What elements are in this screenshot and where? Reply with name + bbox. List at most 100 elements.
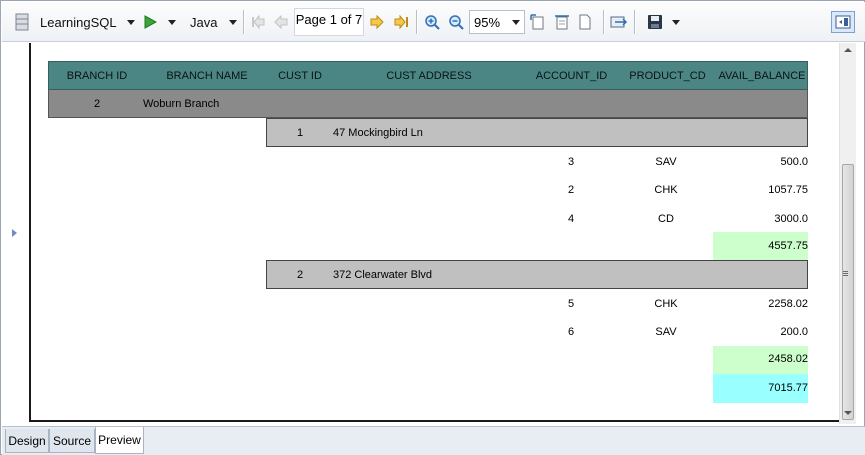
- fit-page-button[interactable]: [530, 10, 546, 34]
- zoom-value: 95%: [474, 14, 501, 30]
- first-page-icon: [252, 15, 265, 29]
- language-select[interactable]: Java: [190, 10, 238, 34]
- account-id: 3: [567, 156, 575, 168]
- save-icon: [648, 15, 662, 29]
- next-page-button[interactable]: [370, 10, 384, 34]
- scroll-up-icon[interactable]: [844, 48, 852, 52]
- zoom-out-icon: [449, 15, 464, 30]
- datasource-label: LearningSQL: [40, 14, 117, 30]
- page-icon: [579, 14, 591, 30]
- datasource-icon: [15, 10, 29, 34]
- branch-id: 2: [93, 98, 101, 110]
- report-canvas: BRANCH ID BRANCH NAME CUST ID CUST ADDRE…: [22, 43, 839, 424]
- branch-name: Woburn Branch: [143, 98, 220, 110]
- last-page-icon: [394, 15, 408, 29]
- report-preview-window: LearningSQL Java Page 1 of 7 95% BRANCH …: [0, 0, 865, 455]
- customer-subtotal-value: 4557.75: [768, 240, 808, 252]
- tab-label: Source: [52, 433, 92, 448]
- zoom-select[interactable]: 95%: [469, 10, 525, 34]
- toolbar-separator: [603, 10, 604, 34]
- product-cd: CHK: [654, 298, 678, 310]
- vertical-scrollbar[interactable]: [839, 43, 856, 424]
- last-page-button[interactable]: [393, 10, 409, 34]
- cust-address: 372 Clearwater Blvd: [333, 269, 433, 281]
- customer-subtotal-value: 2458.02: [768, 353, 808, 365]
- arrow-left-icon: [274, 15, 288, 29]
- save-options-dropdown[interactable]: [672, 10, 680, 34]
- branch-total: 7015.77: [713, 374, 808, 403]
- avail-balance: 200.0: [780, 326, 808, 338]
- zoom-in-button[interactable]: [424, 10, 440, 34]
- play-icon: [144, 15, 157, 29]
- export-icon: [610, 16, 628, 28]
- avail-balance: 3000.0: [774, 213, 808, 225]
- tab-label: Preview: [98, 433, 141, 447]
- tab-source[interactable]: Source: [49, 429, 95, 453]
- header-product-cd: PRODUCT_CD: [629, 70, 706, 82]
- datasource-select[interactable]: LearningSQL: [40, 10, 136, 34]
- first-page-button[interactable]: [250, 10, 266, 34]
- product-cd: SAV: [655, 326, 677, 338]
- header-account-id: ACCOUNT_ID: [535, 70, 608, 82]
- account-id: 6: [567, 326, 575, 338]
- customer-subtotal: 4557.75: [713, 232, 808, 260]
- previous-page-button[interactable]: [274, 10, 288, 34]
- product-cd: CHK: [654, 184, 678, 196]
- account-id: 5: [567, 298, 575, 310]
- panel-icon: [835, 15, 851, 29]
- zoom-out-button[interactable]: [448, 10, 464, 34]
- chevron-down-icon: [126, 19, 135, 25]
- fit-width-button[interactable]: [554, 10, 570, 34]
- customer-subtotal: 2458.02: [713, 346, 808, 374]
- page-indicator-label: Page 1 of 7: [295, 11, 363, 27]
- report-header-row: BRANCH ID BRANCH NAME CUST ID CUST ADDRE…: [48, 61, 808, 90]
- editor-tabs: Design Source Preview: [2, 426, 865, 455]
- toolbar-separator: [634, 10, 635, 34]
- avail-balance: 500.0: [780, 156, 808, 168]
- account-id: 4: [567, 213, 575, 225]
- customer-group-row: 1 47 Mockingbird Ln: [266, 118, 808, 147]
- toolbar-separator: [416, 10, 417, 34]
- run-report-button[interactable]: [143, 10, 157, 34]
- chevron-down-icon: [168, 19, 176, 25]
- product-cd: SAV: [655, 156, 677, 168]
- zoom-in-icon: [425, 15, 440, 30]
- export-button[interactable]: [610, 10, 628, 34]
- chevron-down-icon: [229, 19, 238, 25]
- run-options-dropdown[interactable]: [168, 10, 176, 34]
- page-indicator: Page 1 of 7: [294, 8, 364, 36]
- header-branch-id: BRANCH ID: [66, 70, 128, 82]
- cust-address: 47 Mockingbird Ln: [333, 127, 423, 139]
- customer-group-row: 2 372 Clearwater Blvd: [266, 260, 808, 289]
- branch-total-value: 7015.77: [768, 382, 808, 394]
- chevron-down-icon: [672, 19, 680, 25]
- page-border: [29, 420, 839, 422]
- left-gutter: [2, 43, 22, 426]
- avail-balance: 2258.02: [768, 298, 808, 310]
- header-branch-name: BRANCH NAME: [166, 70, 248, 82]
- page-border: [29, 43, 31, 422]
- toggle-panel-button[interactable]: [831, 11, 855, 33]
- toolbar: LearningSQL Java Page 1 of 7 95%: [2, 2, 865, 42]
- scrollbar-grip-icon: [843, 271, 848, 272]
- cust-id: 2: [296, 269, 304, 281]
- header-cust-address: CUST ADDRESS: [386, 70, 472, 82]
- arrow-right-icon: [370, 15, 384, 29]
- tab-design[interactable]: Design: [5, 429, 49, 453]
- header-cust-id: CUST ID: [278, 70, 322, 82]
- avail-balance: 1057.75: [768, 184, 808, 196]
- actual-size-button[interactable]: [578, 10, 592, 34]
- branch-group-row: 2 Woburn Branch: [48, 90, 808, 118]
- scrollbar-thumb[interactable]: [842, 164, 854, 420]
- fit-width-icon: [555, 15, 569, 30]
- tab-preview[interactable]: Preview: [95, 427, 144, 454]
- product-cd: CD: [658, 213, 674, 225]
- header-avail-balance: AVAIL_BALANCE: [718, 70, 806, 82]
- language-label: Java: [190, 14, 218, 30]
- tab-label: Design: [8, 433, 46, 448]
- scroll-down-icon[interactable]: [844, 411, 852, 415]
- expand-panel-icon[interactable]: [12, 229, 17, 237]
- toolbar-separator: [243, 10, 244, 34]
- chevron-down-icon: [512, 20, 520, 25]
- save-button[interactable]: [647, 10, 663, 34]
